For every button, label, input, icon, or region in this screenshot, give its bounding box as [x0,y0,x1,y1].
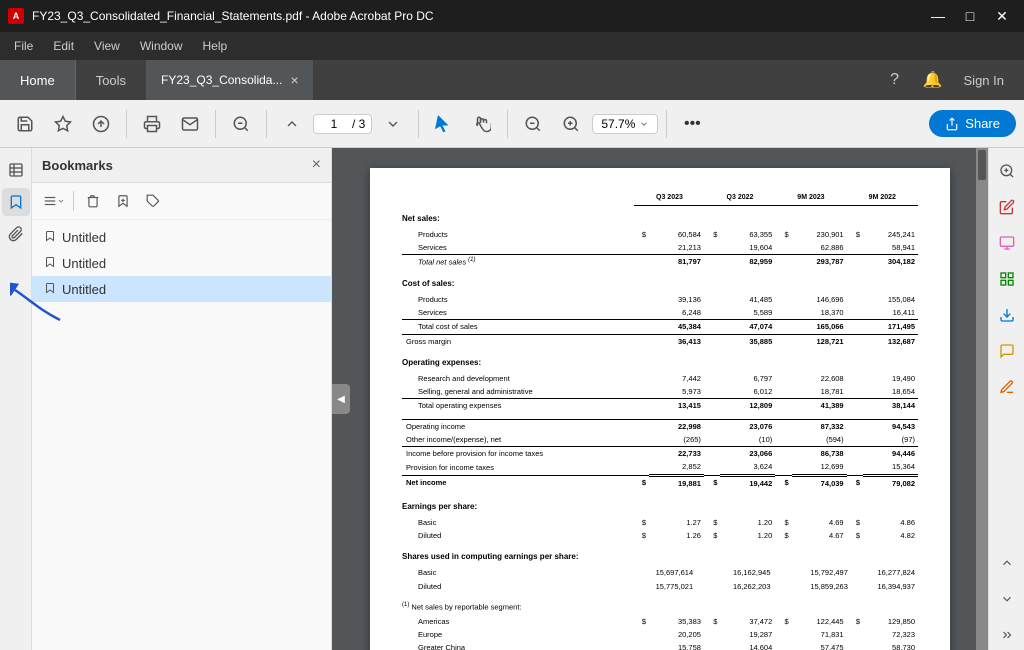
tab-tools[interactable]: Tools [76,60,147,100]
zoom-out-button[interactable] [224,107,258,141]
window-title: FY23_Q3_Consolidated_Financial_Statement… [32,9,434,23]
share-button[interactable]: Share [929,110,1016,137]
bookmarks-panel-button[interactable] [2,188,30,216]
select-tool-button[interactable] [427,107,461,141]
bookmark-label-2: Untitled [62,256,319,271]
page-navigation: / 3 [313,114,372,134]
zoom-value-display[interactable]: 57.7% [592,114,658,134]
app-icon: A [8,8,24,24]
menu-file[interactable]: File [4,35,43,57]
attachments-panel-button[interactable] [2,220,30,248]
bookmark-icon-3 [44,281,56,297]
bookmarks-panel: Bookmarks × Untitled [32,148,332,650]
toolbar-separator-1 [126,110,127,138]
notifications-button[interactable]: 🔔 [918,65,948,95]
title-bar: A FY23_Q3_Consolidated_Financial_Stateme… [0,0,1024,32]
scrollbar[interactable] [976,148,988,650]
tag-bookmark-button[interactable] [139,187,167,215]
current-page-input[interactable] [320,117,348,131]
bookmark-label-3: Untitled [62,282,319,297]
edit-pdf-button[interactable] [992,192,1022,222]
pages-panel-button[interactable] [2,156,30,184]
menu-view[interactable]: View [84,35,130,57]
organize-pages-button[interactable] [992,264,1022,294]
bookmarks-close-button[interactable]: × [312,156,321,174]
upload-button[interactable] [84,107,118,141]
zoom-decrease-button[interactable] [516,107,550,141]
delete-bookmark-button[interactable] [79,187,107,215]
add-bookmark-button[interactable] [109,187,137,215]
tab-close-button[interactable]: × [290,73,298,87]
menu-bar: File Edit View Window Help [0,32,1024,60]
menu-window[interactable]: Window [130,35,193,57]
left-panel-icons [0,148,32,650]
bookmark-star-button[interactable] [46,107,80,141]
bookmark-icon-1 [44,229,56,245]
scroll-up-button[interactable] [992,548,1022,578]
fill-sign-button[interactable] [992,372,1022,402]
tab-document[interactable]: FY23_Q3_Consolida... × [147,60,313,100]
hand-tool-button[interactable] [465,107,499,141]
tab-home[interactable]: Home [0,60,76,100]
email-button[interactable] [173,107,207,141]
bookmarks-options-button[interactable] [40,187,68,215]
bookmark-item-2[interactable]: Untitled [32,250,331,276]
toolbar-separator-4 [418,110,419,138]
bookmark-icon-2 [44,255,56,271]
bookmark-label-1: Untitled [62,230,319,245]
toolbar: / 3 57.7% ••• Share [0,100,1024,148]
toolbar-separator-6 [666,110,667,138]
right-panel [988,148,1024,650]
bm-toolbar-sep-1 [73,191,74,211]
minimize-button[interactable]: — [924,5,952,27]
prev-page-button[interactable] [275,107,309,141]
toolbar-separator-5 [507,110,508,138]
toolbar-separator-2 [215,110,216,138]
pdf-area[interactable]: ◀ Q3 2023 Q3 2022 9M 2023 9M 2022 Net sa… [332,148,988,650]
help-button[interactable]: ? [880,65,910,95]
maximize-button[interactable]: □ [956,5,984,27]
window-controls[interactable]: — □ ✕ [924,5,1016,27]
title-bar-left: A FY23_Q3_Consolidated_Financial_Stateme… [8,8,434,24]
bookmarks-toolbar [32,183,331,220]
more-options-button[interactable]: ••• [675,107,709,141]
comment-button[interactable] [992,336,1022,366]
main-area: Bookmarks × Untitled [0,148,1024,650]
scroll-down-button[interactable] [992,584,1022,614]
menu-edit[interactable]: Edit [43,35,84,57]
sign-in-button[interactable]: Sign In [956,69,1012,92]
next-page-button[interactable] [376,107,410,141]
menu-help[interactable]: Help [193,35,238,57]
pdf-page: Q3 2023 Q3 2022 9M 2023 9M 2022 Net sale… [370,168,950,650]
expand-right-button[interactable] [992,620,1022,650]
zoom-in-right-button[interactable] [992,156,1022,186]
bookmarks-header: Bookmarks × [32,148,331,183]
bookmarks-title: Bookmarks [42,158,113,173]
save-button[interactable] [8,107,42,141]
close-button[interactable]: ✕ [988,5,1016,27]
toolbar-separator-3 [266,110,267,138]
tab-bar-right: ? 🔔 Sign In [880,60,1024,100]
export-pdf-button[interactable] [992,300,1022,330]
print-button[interactable] [135,107,169,141]
tab-bar: Home Tools FY23_Q3_Consolida... × ? 🔔 Si… [0,60,1024,100]
zoom-increase-button[interactable] [554,107,588,141]
bookmark-item-3[interactable]: Untitled [32,276,331,302]
bookmarks-list: Untitled Untitled Untitled [32,220,331,650]
bookmark-item-1[interactable]: Untitled [32,224,331,250]
page-separator: / 3 [352,117,365,131]
collapse-panel-button[interactable]: ◀ [332,384,350,414]
scan-button[interactable] [992,228,1022,258]
